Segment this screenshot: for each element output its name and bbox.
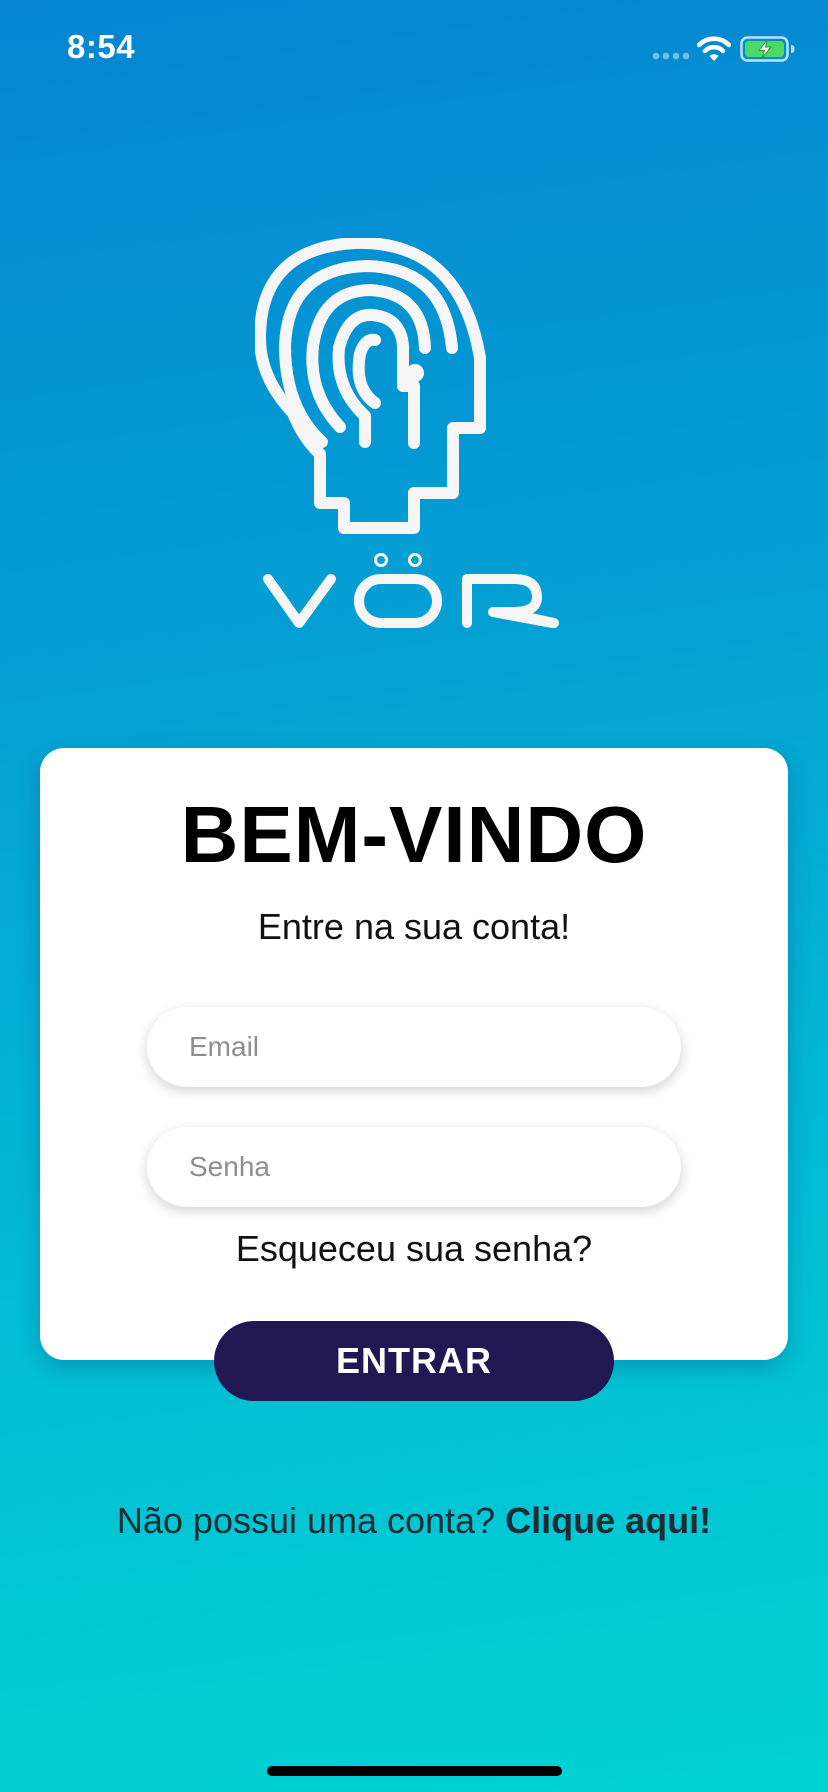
email-input[interactable] bbox=[187, 1030, 681, 1064]
battery-charging-icon bbox=[740, 36, 795, 62]
password-input[interactable] bbox=[187, 1150, 681, 1184]
status-time: 8:54 bbox=[67, 28, 136, 65]
welcome-title: BEM-VINDO bbox=[180, 790, 648, 879]
signup-line: Não possui uma conta? Clique aqui! bbox=[0, 1500, 828, 1542]
vor-logo bbox=[255, 238, 559, 628]
login-button[interactable]: ENTRAR bbox=[214, 1321, 614, 1401]
email-field[interactable] bbox=[147, 1007, 681, 1087]
vor-wordmark bbox=[263, 553, 559, 628]
home-indicator[interactable] bbox=[267, 1766, 562, 1776]
signup-link[interactable]: Clique aqui! bbox=[505, 1500, 711, 1541]
welcome-subtitle: Entre na sua conta! bbox=[257, 906, 571, 947]
forgot-password-link[interactable]: Esqueceu sua senha? bbox=[0, 1228, 828, 1270]
wifi-icon bbox=[697, 36, 731, 61]
password-field[interactable] bbox=[147, 1127, 681, 1207]
status-bar: 8:54 bbox=[0, 0, 828, 100]
signup-prompt: Não possui uma conta? bbox=[116, 1500, 496, 1541]
cellular-signal-icon bbox=[652, 52, 690, 60]
